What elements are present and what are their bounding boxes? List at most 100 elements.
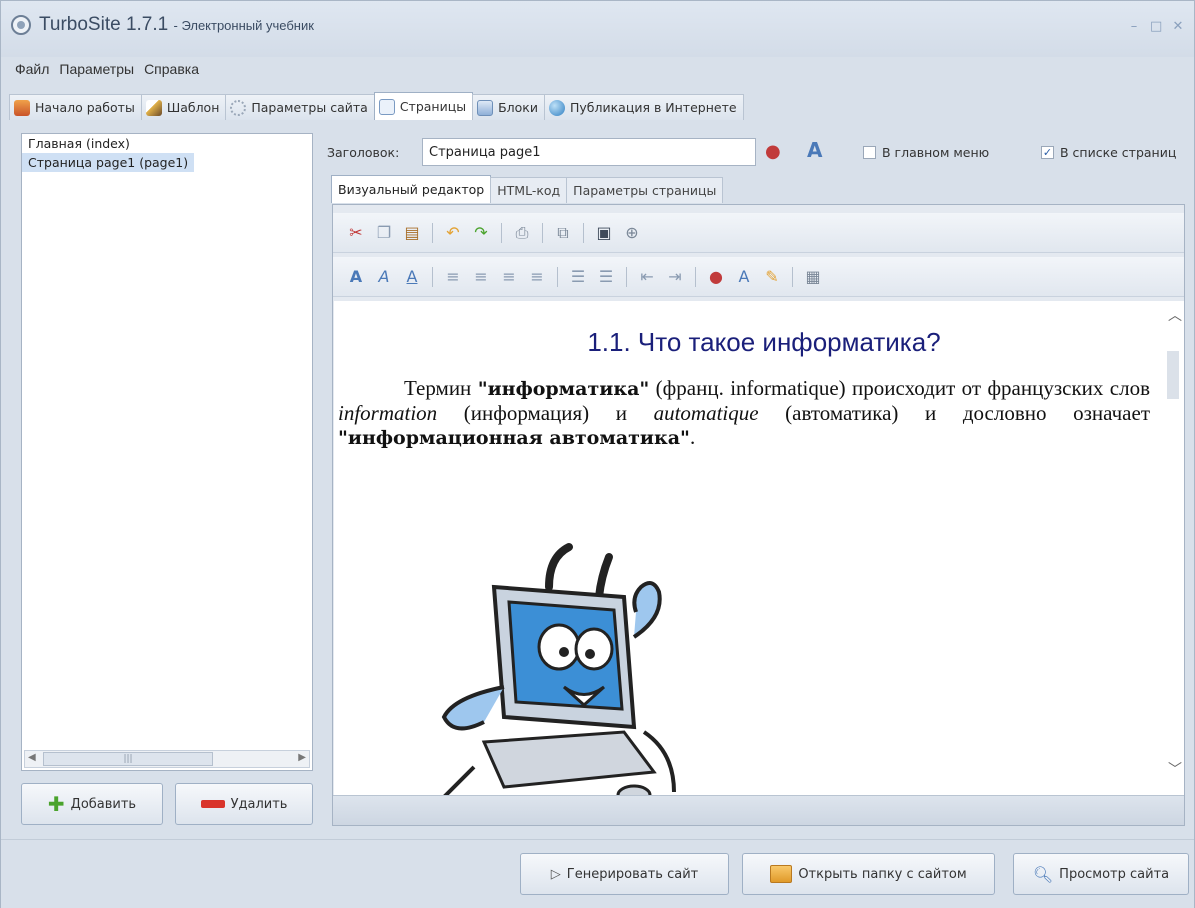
clear-format-icon[interactable]: ✎ [761, 266, 783, 288]
list-item[interactable]: Страница page1 (page1) [22, 153, 195, 172]
list-item[interactable]: Главная (index) [22, 134, 312, 153]
play-icon: ▷ [550, 866, 561, 882]
text-color-icon[interactable]: ● [765, 141, 781, 162]
editor-status-bar [333, 795, 1184, 825]
link-icon[interactable]: ⧉ [552, 222, 574, 244]
tab-label: Параметры страницы [573, 183, 717, 198]
print-icon[interactable]: ⎙ [511, 222, 533, 244]
scroll-thumb[interactable]: ||| [43, 752, 213, 766]
copy-icon[interactable]: ❐ [373, 222, 395, 244]
bullet-list-icon[interactable]: ☰ [595, 266, 617, 288]
text-run: (информация) и [437, 401, 654, 425]
text-run: "информатика" [477, 378, 650, 400]
align-justify-icon[interactable]: ≡ [526, 266, 548, 288]
edit-toolbar: ✂ ❐ ▤ ↶ ↷ ⎙ ⧉ ▣ ⊕ [333, 213, 1184, 253]
format-toolbar: A A A ≡ ≡ ≡ ≡ ☰ ☰ ⇤ ⇥ ● A ✎ ▦ [333, 257, 1184, 297]
tab-getting-started[interactable]: Начало работы [9, 94, 142, 120]
text-run: information [338, 401, 438, 425]
undo-icon[interactable]: ↶ [442, 222, 464, 244]
horizontal-scrollbar[interactable]: ◀ ||| ▶ [24, 750, 310, 768]
table-icon[interactable]: ▦ [802, 266, 824, 288]
scroll-up-icon[interactable]: ︿ [1168, 305, 1182, 325]
tab-label: Блоки [498, 100, 538, 115]
window-title: TurboSite 1.7.1 - Электронный учебник [39, 14, 314, 36]
preview-site-button[interactable]: 🔍︎ Просмотр сайта [1013, 853, 1189, 895]
text-run: automatique [653, 401, 759, 425]
title-bar: TurboSite 1.7.1 - Электронный учебник – … [1, 1, 1194, 57]
tab-label: Публикация в Интернете [569, 100, 737, 115]
plus-icon: ✚ [47, 792, 65, 816]
text-run: . [689, 425, 696, 449]
menu-file[interactable]: Файл [15, 61, 49, 77]
bottom-bar: ▷ Генерировать сайт Открыть папку с сайт… [1, 839, 1194, 908]
tab-pages[interactable]: Страницы [373, 92, 474, 120]
tab-page-settings[interactable]: Параметры страницы [566, 177, 724, 203]
add-label: Добавить [70, 796, 137, 812]
text-run: Термин [404, 376, 478, 400]
open-folder-label: Открыть папку с сайтом [798, 866, 967, 882]
delete-page-button[interactable]: Удалить [175, 783, 313, 825]
tab-label: Начало работы [35, 100, 135, 115]
outdent-icon[interactable]: ⇤ [636, 266, 658, 288]
minimize-icon[interactable]: – [1128, 20, 1140, 33]
checkbox-box[interactable]: ✓ [1041, 146, 1054, 159]
generate-site-button[interactable]: ▷ Генерировать сайт [520, 853, 729, 895]
align-right-icon[interactable]: ≡ [498, 266, 520, 288]
open-folder-button[interactable]: Открыть папку с сайтом [742, 853, 995, 895]
scroll-left-icon[interactable]: ◀ [28, 752, 36, 763]
magnifier-icon: 🔍︎ [1032, 864, 1054, 884]
document-canvas[interactable]: 1.1. Что такое информатика? Термин "инфо… [334, 301, 1164, 795]
text-run: "информационная автоматика" [338, 427, 690, 449]
underline-icon[interactable]: A [401, 266, 423, 288]
main-tabs: Начало работы Шаблон Параметры сайта Стр… [9, 92, 744, 120]
maximize-icon[interactable]: □ [1150, 20, 1162, 33]
pages-icon [378, 98, 395, 115]
close-icon[interactable]: ✕ [1172, 20, 1184, 33]
scroll-right-icon[interactable]: ▶ [298, 752, 306, 763]
zoom-icon[interactable]: ⊕ [621, 222, 643, 244]
align-left-icon[interactable]: ≡ [442, 266, 464, 288]
app-title: TurboSite 1.7.1 [39, 14, 169, 35]
tab-visual-editor[interactable]: Визуальный редактор [331, 175, 492, 203]
cut-icon[interactable]: ✂ [345, 222, 367, 244]
in-main-menu-checkbox[interactable]: В главном меню [863, 145, 989, 160]
redo-icon[interactable]: ↷ [470, 222, 492, 244]
add-page-button[interactable]: ✚ Добавить [21, 783, 163, 825]
title-label: Заголовок: [327, 145, 400, 160]
text-color-icon[interactable]: ● [705, 266, 727, 288]
in-page-list-checkbox[interactable]: ✓ В списке страниц [1041, 145, 1176, 160]
globe-icon [548, 99, 565, 116]
vertical-scrollbar[interactable]: ︿ ﹀ [1164, 301, 1184, 795]
tab-publish[interactable]: Публикация в Интернете [543, 94, 744, 120]
tab-label: Шаблон [166, 100, 220, 115]
page-title-input[interactable] [422, 138, 756, 166]
generate-label: Генерировать сайт [566, 866, 699, 882]
tab-template[interactable]: Шаблон [140, 94, 227, 120]
delete-label: Удалить [230, 796, 288, 812]
scroll-down-icon[interactable]: ﹀ [1168, 759, 1182, 779]
font-icon[interactable]: A [807, 138, 822, 162]
tab-html-code[interactable]: HTML-код [490, 177, 568, 203]
checkbox-box[interactable] [863, 146, 876, 159]
tab-label: Параметры сайта [251, 100, 368, 115]
align-center-icon[interactable]: ≡ [470, 266, 492, 288]
tab-site-settings[interactable]: Параметры сайта [225, 94, 375, 120]
font-icon[interactable]: A [733, 266, 755, 288]
scroll-thumb[interactable] [1167, 351, 1179, 399]
app-logo-icon [11, 15, 31, 35]
blocks-icon [477, 99, 494, 116]
menu-help[interactable]: Справка [144, 61, 199, 77]
italic-icon[interactable]: A [373, 266, 395, 288]
paste-icon[interactable]: ▤ [401, 222, 423, 244]
pages-list: Главная (index) Страница page1 (page1) ◀… [21, 133, 313, 771]
text-run: (автоматика) и дословно означает [758, 401, 1151, 425]
menu-parameters[interactable]: Параметры [59, 61, 134, 77]
bold-icon[interactable]: A [345, 266, 367, 288]
image-icon[interactable]: ▣ [593, 222, 615, 244]
cartoon-computer-image [441, 543, 676, 795]
indent-icon[interactable]: ⇥ [664, 266, 686, 288]
page-item-label: Главная (index) [28, 136, 130, 151]
numbered-list-icon[interactable]: ☰ [567, 266, 589, 288]
tab-blocks[interactable]: Блоки [472, 94, 545, 120]
minus-icon [200, 800, 225, 808]
